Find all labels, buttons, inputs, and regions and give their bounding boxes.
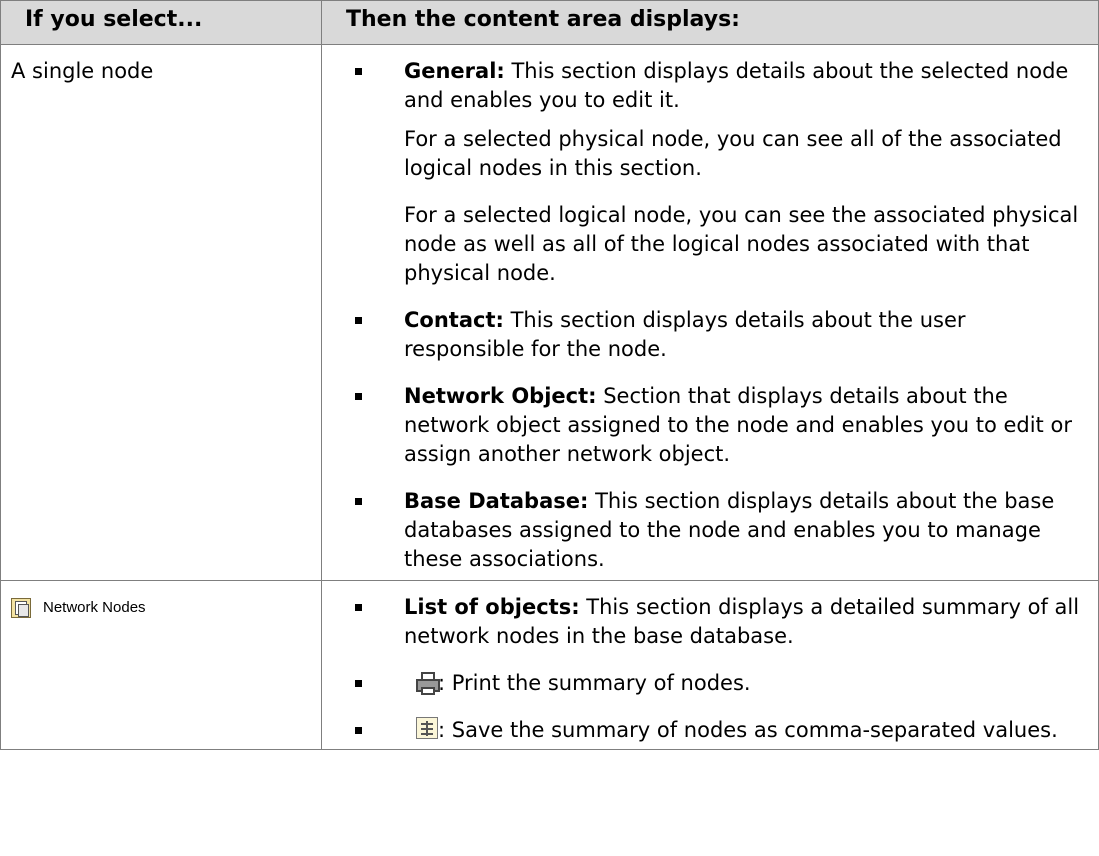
network-nodes-icon — [11, 597, 31, 618]
display-cell: General: This section displays details a… — [321, 44, 1099, 581]
selection-cell: A single node — [0, 44, 322, 581]
item-text: : Print the summary of nodes. — [438, 671, 751, 695]
bullet-icon — [355, 393, 362, 400]
item-label: General: — [404, 59, 505, 83]
column-header-display: Then the content area displays: — [321, 0, 1099, 45]
network-nodes-label: Network Nodes — [43, 599, 146, 616]
list-item: List of objects: This section displays a… — [322, 593, 1098, 651]
table-row: Network Nodes List of objects: This sect… — [0, 580, 1099, 750]
column-header-selection: If you select... — [0, 0, 322, 45]
bullet-icon — [355, 680, 362, 687]
bullet-icon — [355, 727, 362, 734]
item-text: : Save the summary of nodes as comma-sep… — [438, 718, 1058, 742]
selection-cell: Network Nodes — [0, 580, 322, 750]
csv-export-icon — [416, 717, 438, 739]
list-item: Network Object: Section that displays de… — [322, 382, 1098, 469]
display-cell: List of objects: This section displays a… — [321, 580, 1099, 750]
bullet-icon — [355, 68, 362, 75]
item-label: Contact: — [404, 308, 504, 332]
printer-icon — [416, 672, 440, 695]
network-nodes-selection: Network Nodes — [11, 593, 146, 622]
list-item: : Print the summary of nodes. — [322, 669, 1098, 698]
bullet-icon — [355, 604, 362, 611]
list-item-paragraph: For a selected logical node, you can see… — [404, 203, 1079, 285]
table-header-row: If you select... Then the content area d… — [0, 0, 1099, 45]
table-row: A single node General: This section disp… — [0, 44, 1099, 581]
list-item: General: This section displays details a… — [322, 57, 1098, 115]
item-label: Base Database: — [404, 489, 589, 513]
list-item: : Save the summary of nodes as comma-sep… — [322, 716, 1098, 745]
list-item: Contact: This section displays details a… — [322, 306, 1098, 364]
item-label: Network Object: — [404, 384, 597, 408]
list-item-paragraph: For a selected physical node, you can se… — [404, 127, 1062, 180]
content-area-table: If you select... Then the content area d… — [0, 0, 1099, 750]
list-item: Base Database: This section displays det… — [322, 487, 1098, 574]
bullet-icon — [355, 498, 362, 505]
item-label: List of objects: — [404, 595, 580, 619]
bullet-icon — [355, 317, 362, 324]
